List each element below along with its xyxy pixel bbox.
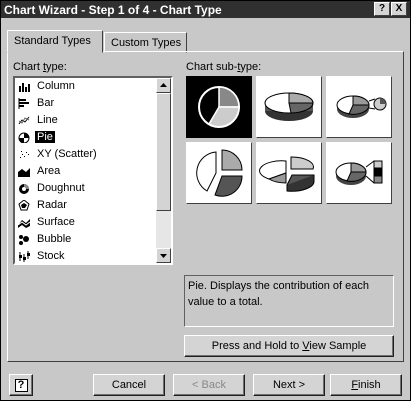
chart-description: Pie. Displays the contribution of each v… bbox=[184, 275, 394, 327]
back-button[interactable]: < Back bbox=[173, 374, 245, 396]
scatter-icon bbox=[20, 151, 29, 158]
chart-type-item-pie[interactable]: Pie bbox=[15, 129, 171, 146]
chart-type-item-label: Bubble bbox=[37, 233, 72, 245]
chart-type-item-bubble[interactable]: Bubble bbox=[15, 231, 171, 248]
chart-type-item-xy-scatter[interactable]: XY (Scatter) bbox=[15, 146, 171, 163]
chart-type-item-surface[interactable]: Surface bbox=[15, 214, 171, 231]
chart-type-item-label: Area bbox=[37, 165, 61, 177]
area-icon bbox=[18, 168, 30, 177]
exploded-pie-subtype-icon[interactable] bbox=[186, 142, 252, 204]
title-bar[interactable]: Chart Wizard - Step 1 of 4 - Chart Type … bbox=[1, 1, 410, 18]
chart-type-item-bar[interactable]: Bar bbox=[15, 95, 171, 112]
view-sample-button[interactable]: Press and Hold to View Sample bbox=[184, 335, 394, 357]
radar-icon bbox=[18, 200, 30, 211]
chart-type-item-label: Column bbox=[37, 80, 75, 92]
chart-type-item-label: Stock bbox=[37, 250, 65, 262]
pie-of-pie-subtype-icon[interactable] bbox=[326, 76, 392, 138]
chart-subtype-grid bbox=[186, 76, 394, 210]
chart-type-item-column[interactable]: Column bbox=[15, 78, 171, 95]
next-button[interactable]: Next > bbox=[253, 374, 325, 396]
chart-type-item-radar[interactable]: Radar bbox=[15, 197, 171, 214]
chart-type-item-label: Doughnut bbox=[37, 182, 85, 194]
help-title-button[interactable]: ? bbox=[374, 2, 390, 16]
chart-type-item-label: XY (Scatter) bbox=[37, 148, 97, 160]
bar-icon bbox=[18, 98, 29, 109]
column-icon bbox=[19, 83, 30, 92]
list-scrollbar[interactable] bbox=[156, 78, 171, 263]
chart-type-item-area[interactable]: Area bbox=[15, 163, 171, 180]
chart-type-item-doughnut[interactable]: Doughnut bbox=[15, 180, 171, 197]
chart-type-item-stock[interactable]: Stock bbox=[15, 248, 171, 263]
chart-type-item-label: Bar bbox=[37, 97, 55, 109]
help-button[interactable]: ? bbox=[9, 374, 33, 396]
chart-type-item-label: Line bbox=[37, 114, 58, 126]
pie-subtype-icon[interactable] bbox=[186, 76, 252, 138]
help-icon: ? bbox=[14, 379, 28, 392]
pie-3d-subtype-icon[interactable] bbox=[256, 76, 322, 138]
line-icon bbox=[18, 116, 30, 125]
close-button[interactable]: X bbox=[391, 2, 407, 16]
chart-type-item-label: Surface bbox=[37, 216, 75, 228]
pie-icon bbox=[18, 132, 30, 143]
arrow-up-icon bbox=[160, 83, 167, 87]
window-title: Chart Wizard - Step 1 of 4 - Chart Type bbox=[4, 3, 222, 17]
scroll-up-button[interactable] bbox=[156, 78, 171, 93]
scroll-thumb[interactable] bbox=[156, 93, 171, 211]
chart-type-label: Chart type: bbox=[13, 61, 67, 73]
chart-type-item-line[interactable]: Line bbox=[15, 112, 171, 129]
tab-custom-types[interactable]: Custom Types bbox=[104, 32, 187, 53]
stock-icon bbox=[19, 251, 30, 262]
chart-type-item-label: Pie bbox=[35, 131, 55, 143]
surface-icon bbox=[18, 219, 30, 228]
doughnut-icon bbox=[19, 184, 29, 194]
arrow-down-icon bbox=[160, 254, 167, 258]
tab-standard-types[interactable]: Standard Types bbox=[7, 30, 103, 53]
scroll-down-button[interactable] bbox=[156, 248, 171, 263]
finish-button[interactable]: Finish bbox=[330, 374, 402, 396]
tab-custom-types-label: Custom Types bbox=[111, 37, 182, 49]
bubble-icon bbox=[19, 235, 29, 245]
chart-type-list[interactable]: Column Bar Line Pie XY (Scatter) Area Doughnut… bbox=[13, 76, 173, 265]
chart-wizard-dialog: Chart Wizard - Step 1 of 4 - Chart Type … bbox=[0, 0, 411, 401]
bar-of-pie-subtype-icon[interactable] bbox=[326, 142, 392, 204]
cancel-button[interactable]: Cancel bbox=[93, 374, 165, 396]
tab-standard-types-label: Standard Types bbox=[14, 35, 91, 47]
chart-subtype-label: Chart sub-type: bbox=[186, 61, 262, 73]
chart-type-item-label: Radar bbox=[37, 199, 67, 211]
exploded-pie-3d-subtype-icon[interactable] bbox=[256, 142, 322, 204]
